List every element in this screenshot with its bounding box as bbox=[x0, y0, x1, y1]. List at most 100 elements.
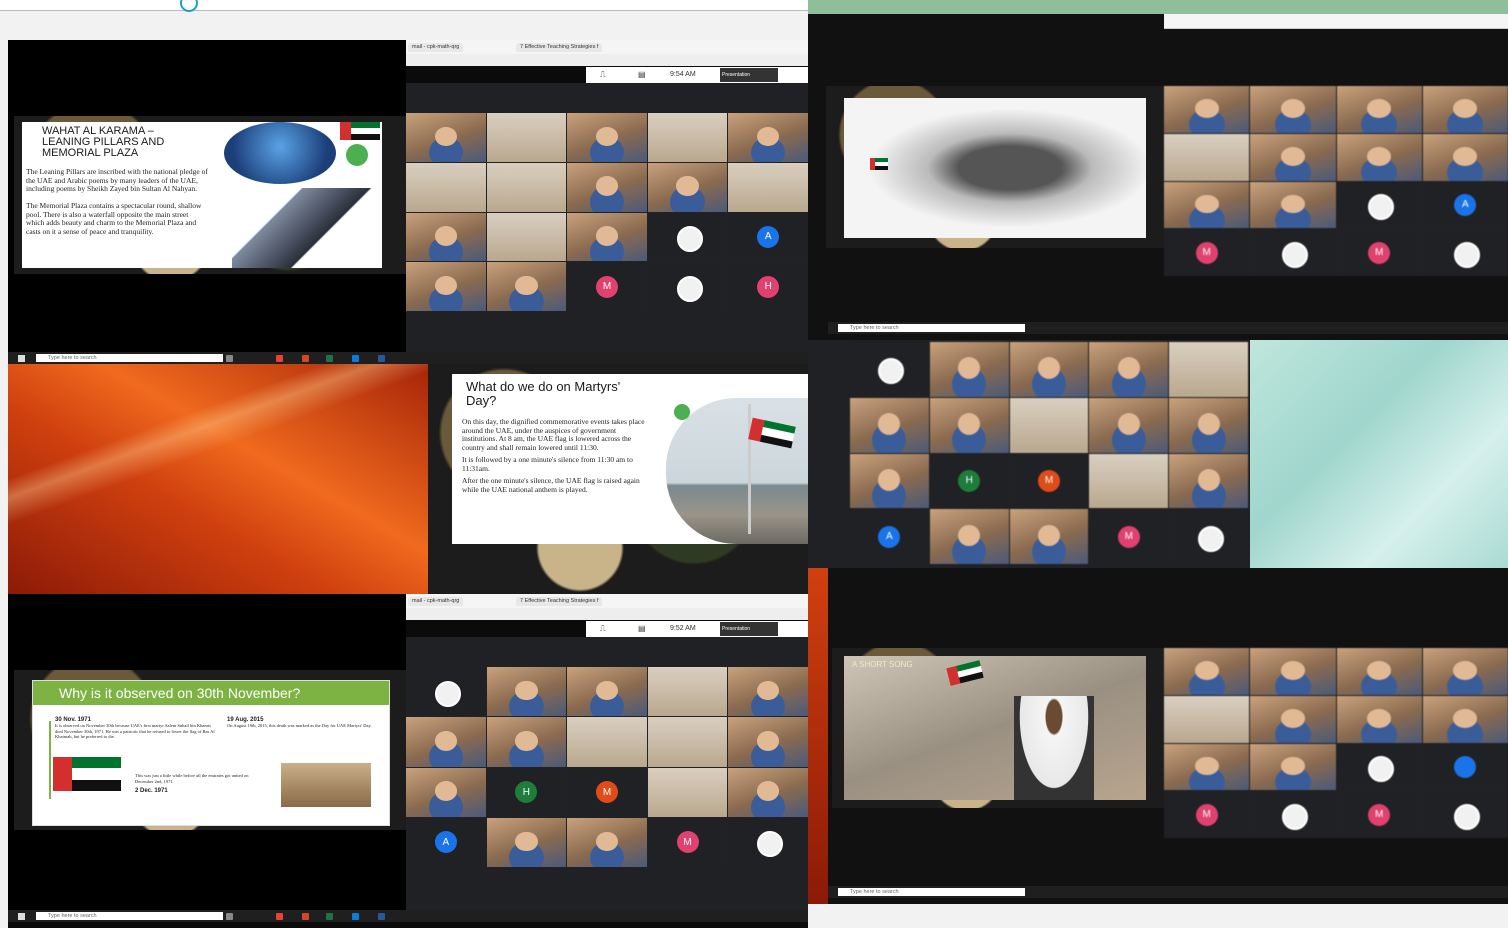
participant-tile[interactable] bbox=[728, 817, 808, 867]
participant-tile[interactable] bbox=[1164, 743, 1250, 791]
participant-tile[interactable] bbox=[1164, 695, 1250, 743]
task-view-icon[interactable] bbox=[226, 355, 233, 362]
participant-tile[interactable] bbox=[1009, 509, 1089, 564]
participant-tile[interactable]: A bbox=[728, 212, 808, 262]
participant-tile[interactable] bbox=[1089, 453, 1169, 509]
powerpoint-icon[interactable] bbox=[302, 913, 309, 920]
presentation-badge[interactable]: Presentation bbox=[720, 622, 778, 636]
taskbar-search[interactable]: Type here to search bbox=[838, 888, 1025, 896]
participant-tile[interactable] bbox=[1422, 695, 1508, 743]
participant-tile[interactable] bbox=[647, 262, 728, 311]
tab-mail[interactable]: mail - cpk-math-qrg bbox=[408, 597, 464, 606]
chat-icon[interactable]: ▤ bbox=[638, 624, 646, 633]
chrome-icon[interactable] bbox=[276, 355, 283, 362]
participant-tile[interactable] bbox=[728, 113, 808, 162]
participant-tile[interactable] bbox=[728, 667, 808, 717]
tab-teaching-strategies[interactable]: 7 Effective Teaching Strategies f bbox=[516, 43, 603, 52]
participant-tile[interactable] bbox=[1250, 86, 1336, 133]
word-icon[interactable] bbox=[378, 355, 385, 362]
participant-tile[interactable] bbox=[1164, 648, 1250, 695]
participant-tile[interactable] bbox=[406, 212, 486, 262]
participant-tile[interactable] bbox=[1336, 695, 1422, 743]
participant-tile[interactable] bbox=[406, 767, 486, 817]
participant-tile[interactable]: M bbox=[1336, 791, 1422, 838]
tab-mail[interactable]: mail - cpk-math-qrg bbox=[408, 43, 464, 52]
participant-tile[interactable] bbox=[728, 767, 808, 817]
participant-tile[interactable] bbox=[929, 509, 1009, 564]
tab-teaching-strategies[interactable]: 7 Effective Teaching Strategies f bbox=[516, 597, 603, 606]
participant-tile[interactable] bbox=[1089, 342, 1169, 397]
participant-tile[interactable]: M bbox=[1164, 791, 1250, 838]
participant-tile[interactable]: A bbox=[850, 509, 929, 564]
windows-start-icon[interactable] bbox=[18, 913, 25, 920]
participant-tile[interactable] bbox=[1164, 181, 1250, 229]
participant-tile[interactable] bbox=[647, 212, 728, 262]
participant-tile[interactable]: H bbox=[728, 262, 808, 311]
participant-tile[interactable]: M bbox=[1009, 453, 1089, 509]
participant-tile[interactable] bbox=[929, 342, 1009, 397]
participant-tile[interactable] bbox=[1422, 86, 1508, 133]
participant-tile[interactable] bbox=[486, 262, 567, 311]
participant-tile[interactable] bbox=[1009, 342, 1089, 397]
participant-tile[interactable] bbox=[1336, 133, 1422, 181]
participant-tile[interactable]: M bbox=[1164, 229, 1250, 276]
participant-tile[interactable] bbox=[1250, 181, 1336, 229]
taskbar-search[interactable]: Type here to search bbox=[36, 912, 223, 920]
participant-tile[interactable] bbox=[486, 212, 567, 262]
participant-tile[interactable] bbox=[1250, 695, 1336, 743]
participant-tile[interactable] bbox=[728, 162, 808, 212]
chat-icon[interactable]: ▤ bbox=[638, 70, 646, 79]
participant-tile[interactable] bbox=[1422, 791, 1508, 838]
participant-tile[interactable] bbox=[1169, 397, 1248, 453]
participant-tile[interactable] bbox=[567, 113, 647, 162]
participant-tile[interactable] bbox=[406, 717, 486, 767]
participant-tile[interactable] bbox=[1089, 397, 1169, 453]
participant-tile[interactable] bbox=[647, 667, 728, 717]
participant-tile[interactable] bbox=[1169, 453, 1248, 509]
participant-tile[interactable] bbox=[486, 162, 567, 212]
participant-tile[interactable] bbox=[1336, 648, 1422, 695]
participant-tile[interactable] bbox=[406, 113, 486, 162]
participant-tile[interactable]: M bbox=[1089, 509, 1169, 564]
participant-tile[interactable] bbox=[567, 817, 647, 867]
participant-tile[interactable]: H bbox=[486, 767, 567, 817]
taskbar-search[interactable]: Type here to search bbox=[36, 354, 223, 362]
presentation-badge[interactable]: Presentation bbox=[720, 68, 778, 82]
participant-tile[interactable] bbox=[850, 397, 929, 453]
captions-icon[interactable]: ⎍ bbox=[600, 70, 606, 80]
participant-tile[interactable] bbox=[1009, 397, 1089, 453]
participant-tile[interactable] bbox=[1169, 342, 1248, 397]
participant-tile[interactable]: H bbox=[929, 453, 1009, 509]
participant-tile[interactable] bbox=[1422, 648, 1508, 695]
participant-tile[interactable] bbox=[1422, 229, 1508, 276]
excel-icon[interactable] bbox=[326, 913, 333, 920]
participant-tile[interactable] bbox=[567, 162, 647, 212]
participant-tile[interactable]: M bbox=[567, 262, 647, 311]
participant-tile[interactable] bbox=[1250, 229, 1336, 276]
participant-tile[interactable] bbox=[1336, 86, 1422, 133]
edge-icon[interactable] bbox=[352, 355, 359, 362]
participant-tile[interactable] bbox=[647, 767, 728, 817]
participant-tile[interactable] bbox=[1422, 743, 1508, 791]
participant-tile[interactable]: M bbox=[647, 817, 728, 867]
participant-tile[interactable] bbox=[1422, 133, 1508, 181]
windows-start-icon[interactable] bbox=[18, 355, 25, 362]
edge-icon[interactable] bbox=[352, 913, 359, 920]
participant-tile[interactable] bbox=[567, 212, 647, 262]
participant-tile[interactable] bbox=[850, 453, 929, 509]
word-icon[interactable] bbox=[378, 913, 385, 920]
participant-tile[interactable] bbox=[1336, 181, 1422, 229]
participant-tile[interactable] bbox=[486, 113, 567, 162]
participant-tile[interactable] bbox=[1164, 133, 1250, 181]
participant-tile[interactable] bbox=[567, 717, 647, 767]
participant-tile[interactable] bbox=[406, 262, 486, 311]
participant-tile[interactable] bbox=[486, 667, 567, 717]
participant-tile[interactable] bbox=[1164, 86, 1250, 133]
participant-tile[interactable] bbox=[1336, 743, 1422, 791]
participant-tile[interactable]: A bbox=[1422, 181, 1508, 229]
participant-tile[interactable] bbox=[647, 162, 728, 212]
participant-tile[interactable] bbox=[1250, 743, 1336, 791]
participant-tile[interactable] bbox=[647, 113, 728, 162]
participant-tile[interactable] bbox=[728, 717, 808, 767]
participant-tile[interactable]: A bbox=[406, 817, 486, 867]
